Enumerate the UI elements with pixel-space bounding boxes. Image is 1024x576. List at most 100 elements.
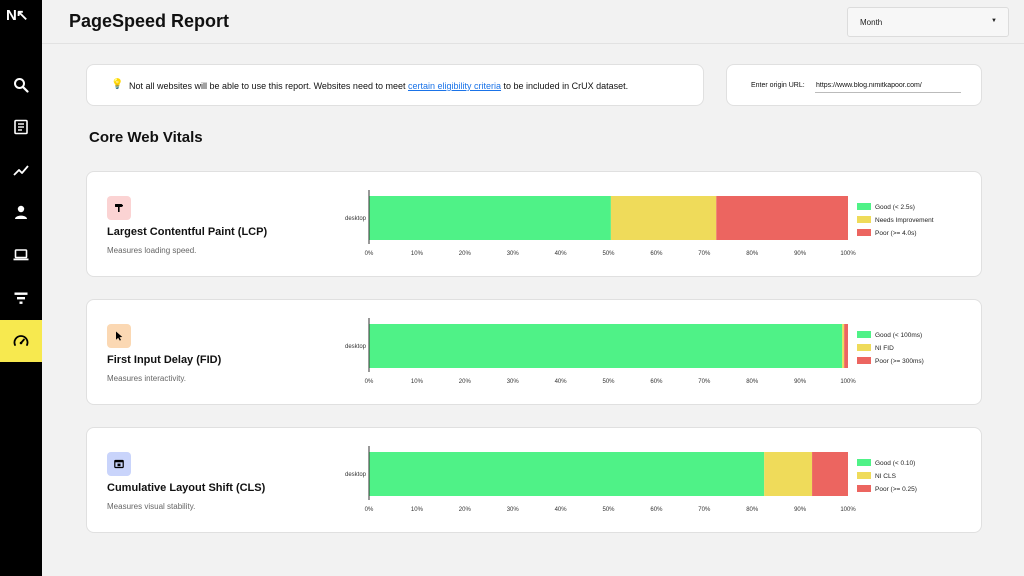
notice-text-before: Not all websites will be able to use thi… <box>129 81 408 91</box>
bar-segment[interactable] <box>369 452 765 496</box>
nav-users[interactable] <box>0 191 42 233</box>
bar-segment[interactable] <box>716 196 848 240</box>
x-tick-label: 50% <box>602 251 615 257</box>
x-tick-label: 60% <box>650 379 663 385</box>
nav-filters[interactable] <box>0 277 42 319</box>
x-tick-label: 0% <box>365 507 374 513</box>
cls-chart: desktop 0% 10% 20% 30% 40% 50% 60% 70% 80% 90% 100%… <box>345 446 917 513</box>
lightbulb-icon: 💡 <box>111 79 124 90</box>
legend-label: Good (< 2.5s) <box>875 204 915 211</box>
origin-url-input[interactable] <box>815 79 961 93</box>
x-tick-label: 70% <box>698 507 711 513</box>
x-tick-label: 100% <box>840 379 856 385</box>
legend-swatch <box>857 203 871 210</box>
metric-icon-bg <box>107 324 131 348</box>
legend-swatch <box>857 229 871 236</box>
filter-icon <box>14 292 28 304</box>
trend-chart-icon <box>13 165 29 176</box>
x-tick-label: 10% <box>411 379 424 385</box>
x-tick-label: 0% <box>365 379 374 385</box>
metric-description: Measures loading speed. <box>107 246 197 255</box>
lcp-chart: desktop 0% 10% 20% 30% 40% 50% 60% 70% 80% 90% 100%… <box>345 190 934 257</box>
legend-swatch <box>857 344 871 351</box>
metric-description: Measures interactivity. <box>107 374 186 383</box>
nav-search[interactable] <box>0 64 42 106</box>
metric-icon-bg <box>107 452 131 476</box>
period-select[interactable]: Month ▼ <box>847 7 1009 37</box>
notice-text-after: to be included in CrUX dataset. <box>501 81 629 91</box>
bar-segment[interactable] <box>369 196 611 240</box>
category-label: desktop <box>345 344 367 350</box>
nav-pagespeed[interactable] <box>0 320 42 362</box>
origin-url-card: Enter origin URL: <box>726 64 982 106</box>
cursor-icon <box>116 331 123 341</box>
x-tick-label: 60% <box>650 251 663 257</box>
x-tick-label: 90% <box>794 507 807 513</box>
legend-label: Poor (>= 0.25) <box>875 486 917 493</box>
metric-card-cls: Cumulative Layout Shift (CLS) Measures v… <box>86 427 982 533</box>
metric-card-lcp: Largest Contentful Paint (LCP) Measures … <box>86 171 982 277</box>
fid-chart: desktop 0% 10% 20% 30% 40% 50% 60% 70% 80% 90% 100%… <box>345 318 924 385</box>
metric-name: Cumulative Layout Shift (CLS) <box>107 482 266 494</box>
nav-devices[interactable] <box>0 234 42 276</box>
legend-label: Needs Improvement <box>875 217 934 224</box>
legend-label: NI FID <box>875 345 894 352</box>
bar-segment[interactable] <box>844 324 848 368</box>
x-tick-label: 80% <box>746 379 759 385</box>
document-icon <box>14 119 28 135</box>
bar-segment[interactable] <box>369 324 843 368</box>
period-select-value: Month <box>860 18 883 27</box>
x-tick-label: 40% <box>555 251 568 257</box>
chevron-down-icon: ▼ <box>991 18 997 24</box>
legend-swatch <box>857 216 871 223</box>
bar-segment[interactable] <box>610 196 717 240</box>
bar-segment[interactable] <box>812 452 848 496</box>
laptop-icon <box>13 249 29 261</box>
x-tick-label: 10% <box>411 251 424 257</box>
legend-swatch <box>857 485 871 492</box>
eligibility-criteria-link[interactable]: certain eligibility criteria <box>408 81 501 91</box>
x-tick-label: 20% <box>459 251 472 257</box>
x-tick-label: 70% <box>698 251 711 257</box>
metric-description: Measures visual stability. <box>107 502 196 511</box>
legend-swatch <box>857 472 871 479</box>
speedometer-icon <box>13 335 29 346</box>
paint-roller-icon <box>115 204 123 212</box>
x-tick-label: 50% <box>602 379 615 385</box>
x-tick-label: 70% <box>698 379 711 385</box>
x-tick-label: 20% <box>459 507 472 513</box>
bar-segment[interactable] <box>764 452 813 496</box>
legend-label: Poor (>= 4.0s) <box>875 230 917 237</box>
nav-reports[interactable] <box>0 106 42 148</box>
page-title: PageSpeed Report <box>69 11 230 31</box>
nav-analytics[interactable] <box>0 149 42 191</box>
legend-label: Poor (>= 300ms) <box>875 358 924 365</box>
eligibility-notice: 💡 Not all websites will be able to use t… <box>86 64 704 106</box>
x-tick-label: 90% <box>794 379 807 385</box>
x-tick-label: 60% <box>650 507 663 513</box>
x-tick-label: 90% <box>794 251 807 257</box>
section-title: Core Web Vitals <box>89 129 203 146</box>
x-tick-label: 50% <box>602 507 615 513</box>
sidebar: N↖ <box>0 0 42 576</box>
metric-name: First Input Delay (FID) <box>107 354 222 366</box>
legend-swatch <box>857 331 871 338</box>
x-tick-label: 40% <box>555 507 568 513</box>
x-tick-label: 80% <box>746 507 759 513</box>
app-logo[interactable]: N↖ <box>6 6 38 24</box>
legend-swatch <box>857 357 871 364</box>
metric-icon-bg <box>107 196 131 220</box>
metric-card-fid: First Input Delay (FID) Measures interac… <box>86 299 982 405</box>
x-tick-label: 40% <box>555 379 568 385</box>
category-label: desktop <box>345 216 367 222</box>
origin-url-label: Enter origin URL: <box>751 82 805 89</box>
x-tick-label: 30% <box>507 251 520 257</box>
x-tick-label: 0% <box>365 251 374 257</box>
legend-swatch <box>857 459 871 466</box>
search-icon <box>14 78 29 93</box>
x-tick-label: 100% <box>840 251 856 257</box>
x-tick-label: 30% <box>507 507 520 513</box>
bar-segment[interactable] <box>842 324 845 368</box>
notice-text: Not all websites will be able to use thi… <box>129 81 628 91</box>
user-icon <box>15 205 27 219</box>
